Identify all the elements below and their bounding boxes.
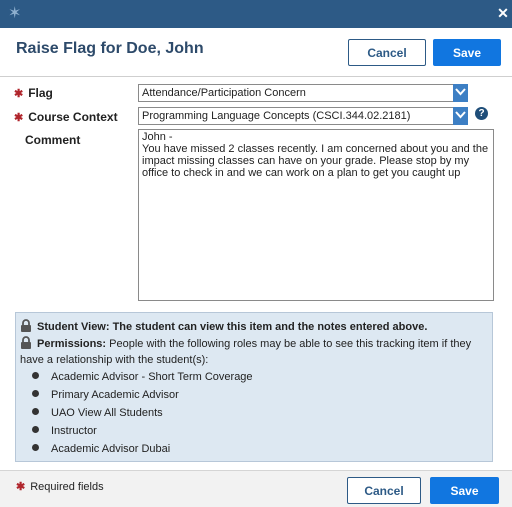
bullet-icon <box>32 372 39 379</box>
permissions-heading: Permissions: <box>37 338 107 350</box>
footer-save-button[interactable]: Save <box>430 477 499 504</box>
role-list-item: Academic Advisor - Short Term Coverage <box>32 368 253 386</box>
role-label: Academic Advisor - Short Term Coverage <box>51 371 253 383</box>
flag-select[interactable]: Attendance/Participation Concern <box>138 84 468 102</box>
window-titlebar: ✶ ✕ <box>0 0 512 28</box>
comment-textarea[interactable]: John - You have missed 2 classes recentl… <box>138 129 494 301</box>
flag-label-text: Flag <box>28 86 53 100</box>
role-list-item: Academic Advisor Dubai <box>32 440 253 458</box>
comment-label: Comment <box>25 133 81 147</box>
help-icon[interactable]: ? <box>475 107 488 120</box>
role-label: UAO View All Students <box>51 407 163 419</box>
asterisk-icon: ✱ <box>14 88 24 100</box>
role-list-item: UAO View All Students <box>32 404 253 422</box>
required-fields-text: Required fields <box>30 481 104 493</box>
roles-list: Academic Advisor - Short Term Coverage P… <box>32 368 253 458</box>
course-context-select-value: Programming Language Concepts (CSCI.344.… <box>142 110 411 122</box>
lock-icon <box>21 319 31 332</box>
flag-label: ✱ Flag <box>14 86 53 100</box>
course-context-select[interactable]: Programming Language Concepts (CSCI.344.… <box>138 107 468 125</box>
header-cancel-button[interactable]: Cancel <box>348 39 426 66</box>
student-view-line: Student View: The student can view this … <box>20 319 427 333</box>
dialog-header: Raise Flag for Doe, John Cancel Save <box>0 28 512 77</box>
asterisk-icon: ✱ <box>14 112 24 124</box>
chevron-down-icon[interactable] <box>453 107 468 125</box>
required-fields-note: ✱ Required fields <box>16 480 104 493</box>
bullet-icon <box>32 390 39 397</box>
bullet-icon <box>32 408 39 415</box>
bullet-icon <box>32 426 39 433</box>
bullet-icon <box>32 444 39 451</box>
dialog-title: Raise Flag for Doe, John <box>16 40 204 57</box>
student-view-text: Student View: The student can view this … <box>37 321 428 333</box>
asterisk-icon: ✱ <box>16 481 26 493</box>
dialog-footer: ✱ Required fields Cancel Save <box>0 470 512 507</box>
visibility-info-panel: Student View: The student can view this … <box>15 312 493 462</box>
role-list-item: Instructor <box>32 422 253 440</box>
header-save-button[interactable]: Save <box>433 39 501 66</box>
role-label: Instructor <box>51 425 97 437</box>
chevron-down-icon[interactable] <box>453 84 468 102</box>
footer-cancel-button[interactable]: Cancel <box>347 477 421 504</box>
course-context-label: ✱ Course Context <box>14 110 118 124</box>
app-logo-icon: ✶ <box>8 5 22 22</box>
flag-select-value: Attendance/Participation Concern <box>142 87 306 99</box>
course-context-label-text: Course Context <box>28 110 118 124</box>
lock-icon <box>21 336 31 349</box>
close-icon[interactable]: ✕ <box>496 5 510 21</box>
role-label: Primary Academic Advisor <box>51 389 179 401</box>
permissions-line: Permissions: People with the following r… <box>20 336 486 368</box>
role-label: Academic Advisor Dubai <box>51 443 171 455</box>
role-list-item: Primary Academic Advisor <box>32 386 253 404</box>
